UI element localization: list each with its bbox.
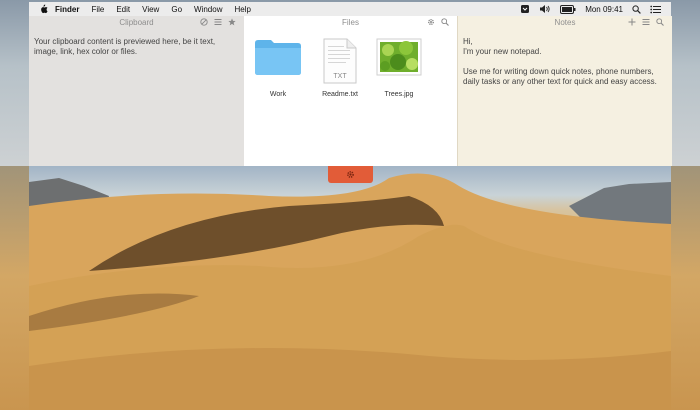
search-icon[interactable] [441, 18, 449, 26]
menu-extras: Mon 09:41 [520, 4, 661, 14]
spotlight-search-icon[interactable] [632, 4, 641, 14]
clipboard-toolbar [200, 18, 236, 26]
apple-icon[interactable] [37, 3, 49, 15]
menu-lines-icon[interactable] [214, 18, 222, 26]
clear-icon[interactable] [200, 18, 208, 26]
app-status-icon[interactable] [520, 4, 530, 14]
clipboard-preview-text: Your clipboard content is previewed here… [34, 37, 216, 56]
volume-icon[interactable] [539, 4, 551, 14]
menu-edit[interactable]: Edit [116, 5, 130, 14]
panel-toggle-tab[interactable] [328, 166, 373, 183]
note-line: Use me for writing down quick notes, pho… [463, 67, 657, 86]
star-icon[interactable] [228, 18, 236, 26]
menu-file[interactable]: File [91, 5, 104, 14]
notes-toolbar [628, 18, 664, 26]
files-toolbar [427, 18, 449, 26]
file-label: Trees.jpg [384, 91, 414, 98]
menu-view[interactable]: View [142, 5, 159, 14]
file-label: Readme.txt [322, 91, 358, 98]
list-icon[interactable] [642, 18, 650, 26]
menu-finder[interactable]: Finder [55, 5, 79, 14]
file-item-work[interactable]: Work [247, 38, 309, 98]
desktop-wallpaper [29, 166, 671, 410]
clipboard-panel: Clipboard Your clipboard content is prev… [29, 16, 245, 166]
battery-icon[interactable] [560, 4, 576, 14]
menu-window[interactable]: Window [194, 5, 222, 14]
search-icon[interactable] [656, 18, 664, 26]
image-thumbnail-icon [376, 38, 422, 76]
gear-icon [347, 171, 354, 178]
files-panel: Files Work TXT Readme.txt Trees.jpg [244, 16, 457, 166]
menu-go[interactable]: Go [171, 5, 182, 14]
folder-icon [255, 40, 301, 75]
note-line: Hi, [463, 37, 473, 46]
file-item-trees[interactable]: Trees.jpg [368, 38, 430, 98]
files-title: Files [342, 18, 359, 27]
txt-badge: TXT [333, 73, 347, 80]
note-editor[interactable]: Hi, I'm your new notepad. Use me for wri… [463, 37, 663, 87]
text-document-icon: TXT [323, 38, 357, 84]
blurred-background-right [671, 166, 700, 410]
add-icon[interactable] [628, 18, 636, 26]
file-item-readme[interactable]: TXT Readme.txt [309, 38, 371, 98]
menu-help[interactable]: Help [234, 5, 250, 14]
menubar-clock[interactable]: Mon 09:41 [585, 5, 623, 14]
notes-panel: Notes Hi, I'm your new notepad. Use me f… [457, 16, 672, 166]
notification-center-icon[interactable] [650, 5, 661, 14]
file-label: Work [269, 91, 287, 98]
blurred-background-left [0, 166, 29, 410]
gear-icon[interactable] [427, 18, 435, 26]
note-line: I'm your new notepad. [463, 47, 542, 56]
menu-bar: Finder File Edit View Go Window Help Mon… [29, 2, 671, 17]
